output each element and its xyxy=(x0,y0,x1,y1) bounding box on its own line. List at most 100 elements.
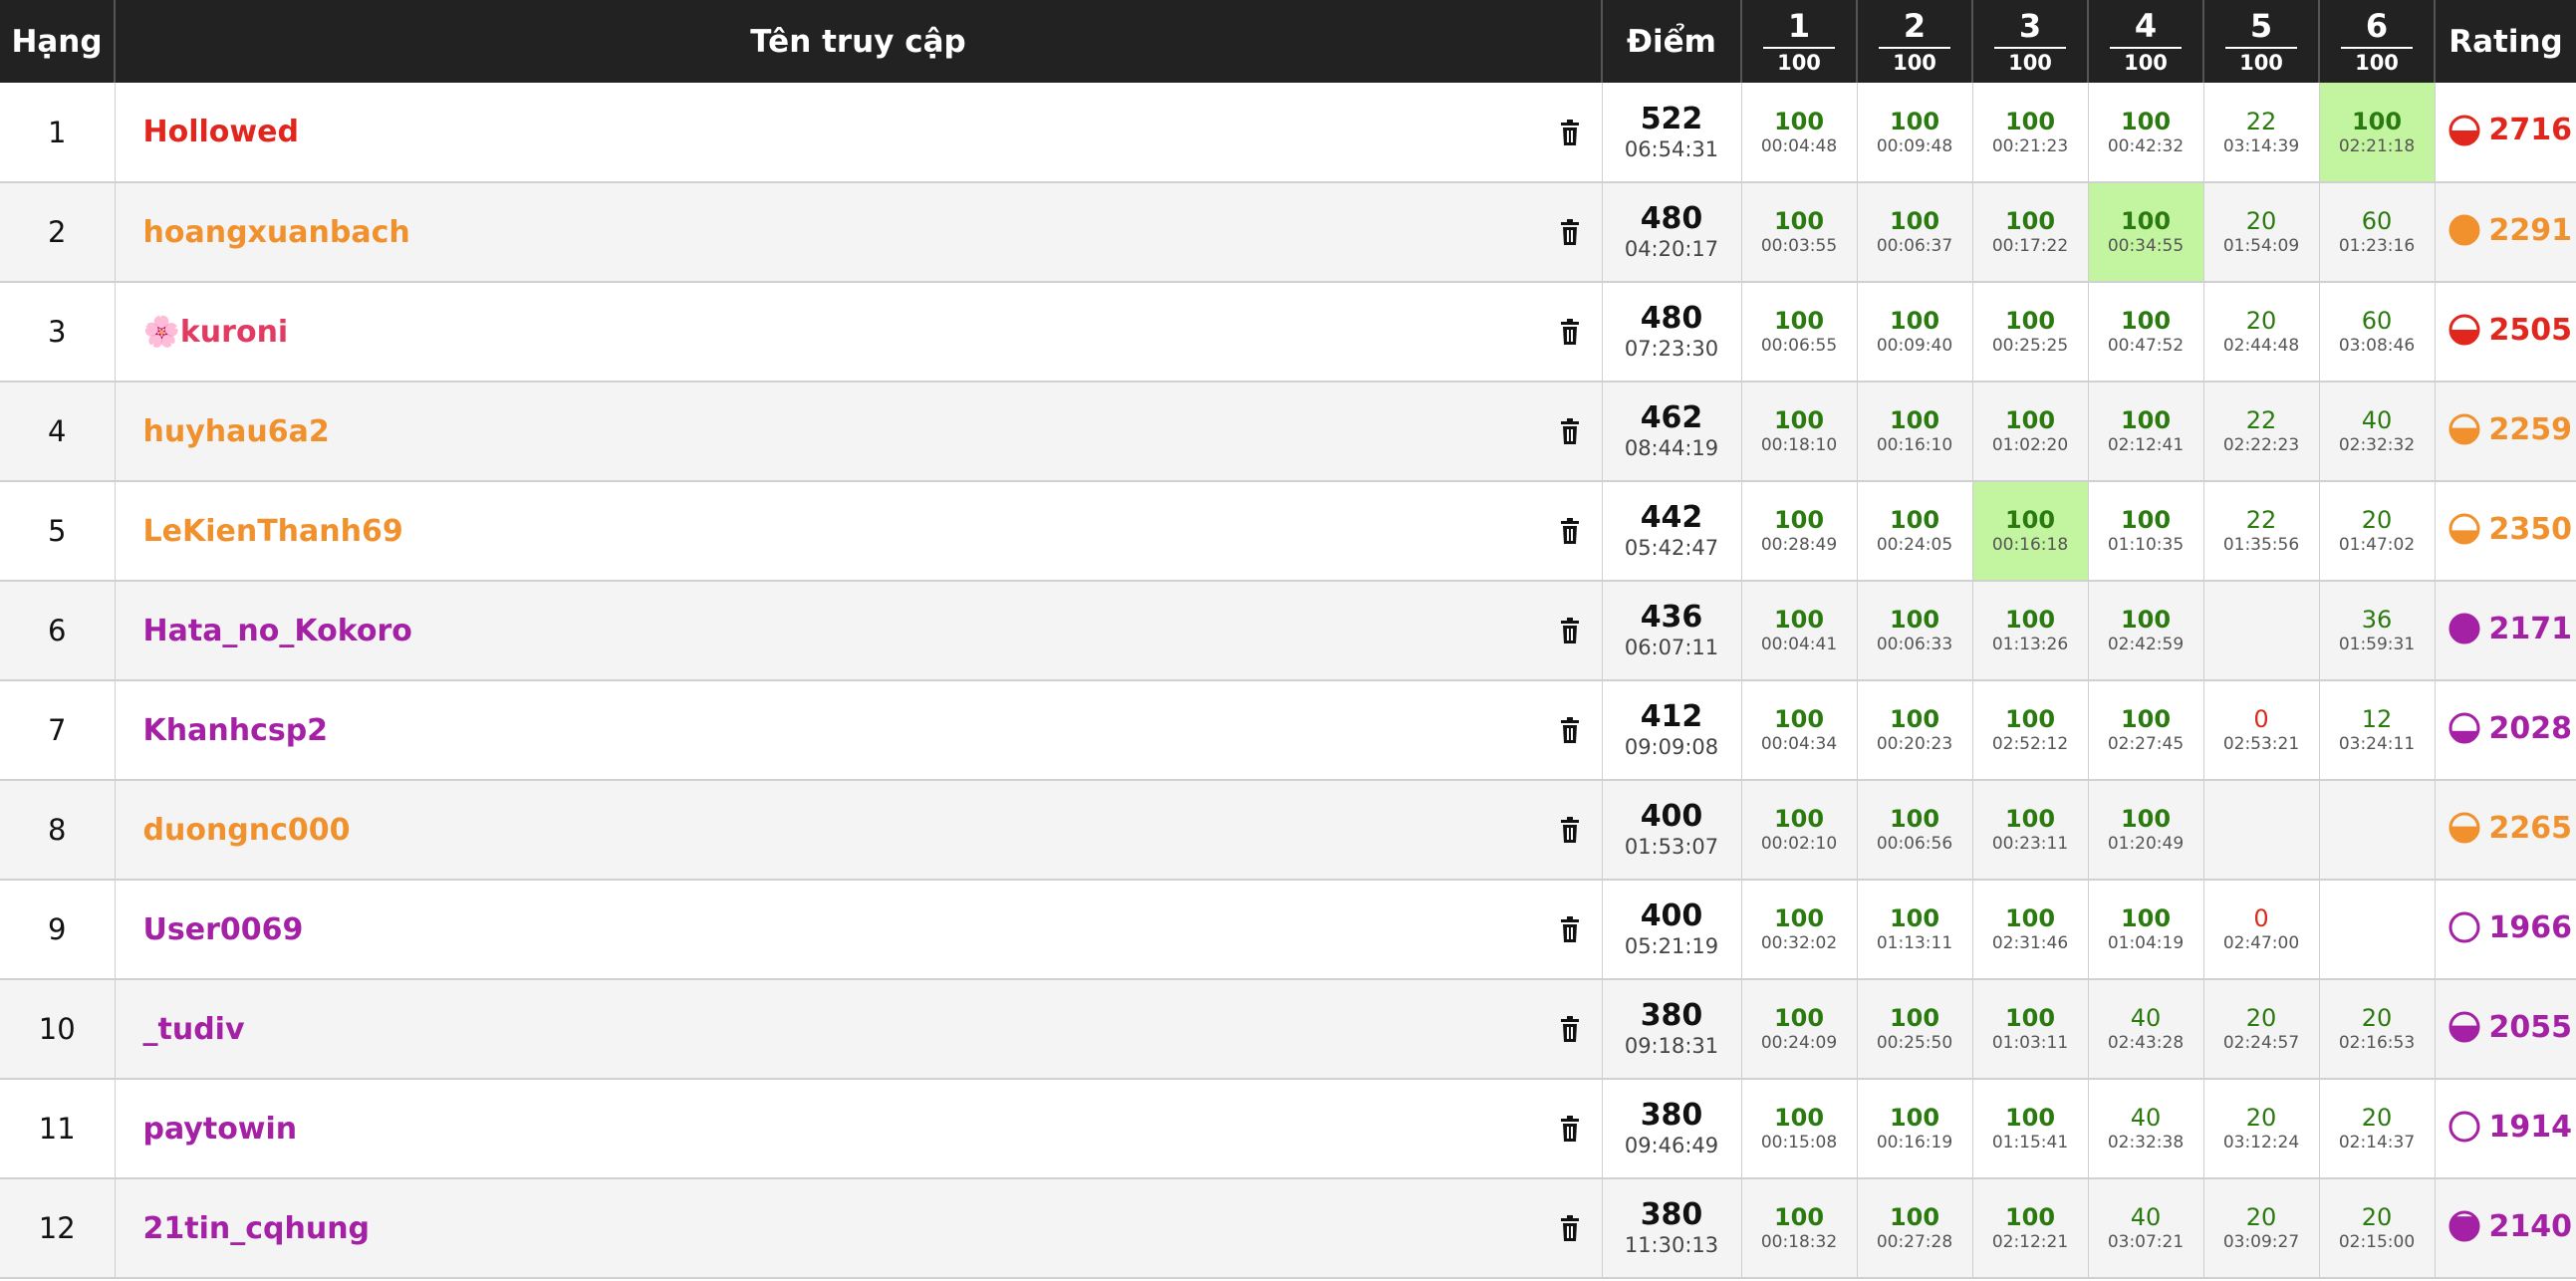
problem-cell[interactable]: 100 01:13:26 xyxy=(1972,581,2089,681)
trash-icon[interactable] xyxy=(1560,1114,1580,1144)
problem-cell[interactable]: 100 00:06:33 xyxy=(1857,581,1973,681)
problem-cell[interactable]: 100 00:06:55 xyxy=(1741,282,1858,383)
problem-cell[interactable]: 100 01:02:20 xyxy=(1972,382,2089,482)
problem-cell[interactable]: 0 02:47:00 xyxy=(2203,880,2320,980)
header-points[interactable]: Điểm xyxy=(1602,0,1742,83)
problem-cell[interactable]: 100 00:16:10 xyxy=(1857,382,1973,482)
problem-cell[interactable]: 20 03:12:24 xyxy=(2203,1079,2320,1179)
problem-cell[interactable]: 100 00:17:22 xyxy=(1972,182,2089,283)
trash-icon[interactable] xyxy=(1560,317,1580,347)
problem-cell[interactable]: 60 03:08:46 xyxy=(2319,282,2436,383)
problem-cell[interactable]: 100 02:21:18 xyxy=(2319,83,2436,183)
problem-cell[interactable] xyxy=(2203,780,2320,881)
problem-cell[interactable]: 20 02:24:57 xyxy=(2203,979,2320,1080)
trash-icon[interactable] xyxy=(1560,118,1580,147)
problem-cell[interactable]: 100 00:28:49 xyxy=(1741,481,1858,582)
username-link[interactable]: 21tin_cqhung xyxy=(143,1211,371,1246)
username-link[interactable]: paytowin xyxy=(143,1112,298,1147)
problem-cell[interactable]: 40 02:43:28 xyxy=(2088,979,2204,1080)
trash-icon[interactable] xyxy=(1560,815,1580,845)
problem-cell[interactable]: 100 00:09:48 xyxy=(1857,83,1973,183)
problem-cell[interactable]: 100 00:23:11 xyxy=(1972,780,2089,881)
problem-cell[interactable]: 100 00:25:50 xyxy=(1857,979,1973,1080)
header-problem-3[interactable]: 3 100 xyxy=(1972,0,2089,83)
header-rank[interactable]: Hạng xyxy=(0,0,116,83)
problem-cell[interactable]: 100 02:12:41 xyxy=(2088,382,2204,482)
problem-cell[interactable]: 100 00:21:23 xyxy=(1972,83,2089,183)
problem-cell[interactable]: 100 01:13:11 xyxy=(1857,880,1973,980)
problem-cell[interactable]: 100 02:31:46 xyxy=(1972,880,2089,980)
username-link[interactable]: Hollowed xyxy=(143,115,299,149)
header-problem-6[interactable]: 6 100 xyxy=(2319,0,2436,83)
problem-cell[interactable]: 100 00:20:23 xyxy=(1857,680,1973,781)
problem-cell[interactable]: 20 01:54:09 xyxy=(2203,182,2320,283)
problem-cell[interactable]: 20 02:16:53 xyxy=(2319,979,2436,1080)
problem-cell[interactable]: 22 01:35:56 xyxy=(2203,481,2320,582)
problem-cell[interactable]: 40 03:07:21 xyxy=(2088,1178,2204,1279)
header-problem-5[interactable]: 5 100 xyxy=(2203,0,2320,83)
problem-cell[interactable]: 36 01:59:31 xyxy=(2319,581,2436,681)
problem-cell[interactable]: 100 00:03:55 xyxy=(1741,182,1858,283)
problem-cell[interactable]: 100 01:20:49 xyxy=(2088,780,2204,881)
problem-cell[interactable]: 60 01:23:16 xyxy=(2319,182,2436,283)
problem-cell[interactable]: 100 00:02:10 xyxy=(1741,780,1858,881)
problem-cell[interactable]: 20 01:47:02 xyxy=(2319,481,2436,582)
problem-cell[interactable]: 100 02:27:45 xyxy=(2088,680,2204,781)
header-username[interactable]: Tên truy cập xyxy=(115,0,1603,83)
problem-cell[interactable]: 20 03:09:27 xyxy=(2203,1178,2320,1279)
username-link[interactable]: hoangxuanbach xyxy=(143,215,410,250)
username-link[interactable]: 🌸kuroni xyxy=(143,315,289,350)
problem-cell[interactable]: 22 02:22:23 xyxy=(2203,382,2320,482)
problem-cell[interactable]: 100 01:04:19 xyxy=(2088,880,2204,980)
header-problem-4[interactable]: 4 100 xyxy=(2088,0,2204,83)
problem-cell[interactable] xyxy=(2203,581,2320,681)
problem-cell[interactable] xyxy=(2319,780,2436,881)
header-rating[interactable]: Rating xyxy=(2435,0,2576,83)
problem-cell[interactable]: 100 00:32:02 xyxy=(1741,880,1858,980)
trash-icon[interactable] xyxy=(1560,715,1580,745)
username-link[interactable]: LeKienThanh69 xyxy=(143,514,403,549)
username-link[interactable]: duongnc000 xyxy=(143,813,351,848)
problem-cell[interactable]: 40 02:32:32 xyxy=(2319,382,2436,482)
header-problem-2[interactable]: 2 100 xyxy=(1857,0,1973,83)
username-link[interactable]: Khanhcsp2 xyxy=(143,713,329,748)
problem-cell[interactable]: 0 02:53:21 xyxy=(2203,680,2320,781)
problem-cell[interactable]: 20 02:15:00 xyxy=(2319,1178,2436,1279)
problem-cell[interactable]: 20 02:14:37 xyxy=(2319,1079,2436,1179)
problem-cell[interactable]: 100 00:04:34 xyxy=(1741,680,1858,781)
trash-icon[interactable] xyxy=(1560,217,1580,247)
username-link[interactable]: huyhau6a2 xyxy=(143,414,330,449)
problem-cell[interactable]: 100 00:16:19 xyxy=(1857,1079,1973,1179)
problem-cell[interactable]: 100 00:04:48 xyxy=(1741,83,1858,183)
problem-cell[interactable]: 100 00:04:41 xyxy=(1741,581,1858,681)
problem-cell[interactable]: 12 03:24:11 xyxy=(2319,680,2436,781)
problem-cell[interactable]: 100 02:12:21 xyxy=(1972,1178,2089,1279)
problem-cell[interactable]: 100 01:10:35 xyxy=(2088,481,2204,582)
problem-cell[interactable]: 100 00:24:09 xyxy=(1741,979,1858,1080)
trash-icon[interactable] xyxy=(1560,416,1580,446)
problem-cell[interactable]: 100 01:03:11 xyxy=(1972,979,2089,1080)
problem-cell[interactable]: 100 01:15:41 xyxy=(1972,1079,2089,1179)
problem-cell[interactable]: 20 02:44:48 xyxy=(2203,282,2320,383)
trash-icon[interactable] xyxy=(1560,616,1580,645)
trash-icon[interactable] xyxy=(1560,516,1580,546)
problem-cell[interactable]: 100 02:52:12 xyxy=(1972,680,2089,781)
problem-cell[interactable] xyxy=(2319,880,2436,980)
username-link[interactable]: _tudiv xyxy=(143,1012,245,1047)
trash-icon[interactable] xyxy=(1560,914,1580,944)
problem-cell[interactable]: 22 03:14:39 xyxy=(2203,83,2320,183)
problem-cell[interactable]: 100 00:27:28 xyxy=(1857,1178,1973,1279)
problem-cell[interactable]: 100 00:15:08 xyxy=(1741,1079,1858,1179)
problem-cell[interactable]: 100 00:06:37 xyxy=(1857,182,1973,283)
trash-icon[interactable] xyxy=(1560,1213,1580,1243)
problem-cell[interactable]: 100 00:25:25 xyxy=(1972,282,2089,383)
problem-cell[interactable]: 100 00:06:56 xyxy=(1857,780,1973,881)
problem-cell[interactable]: 100 00:18:10 xyxy=(1741,382,1858,482)
problem-cell[interactable]: 100 00:47:52 xyxy=(2088,282,2204,383)
problem-cell[interactable]: 100 00:34:55 xyxy=(2088,182,2204,283)
problem-cell[interactable]: 100 02:42:59 xyxy=(2088,581,2204,681)
problem-cell[interactable]: 100 00:16:18 xyxy=(1972,481,2089,582)
problem-cell[interactable]: 100 00:09:40 xyxy=(1857,282,1973,383)
header-problem-1[interactable]: 1 100 xyxy=(1741,0,1858,83)
problem-cell[interactable]: 100 00:42:32 xyxy=(2088,83,2204,183)
